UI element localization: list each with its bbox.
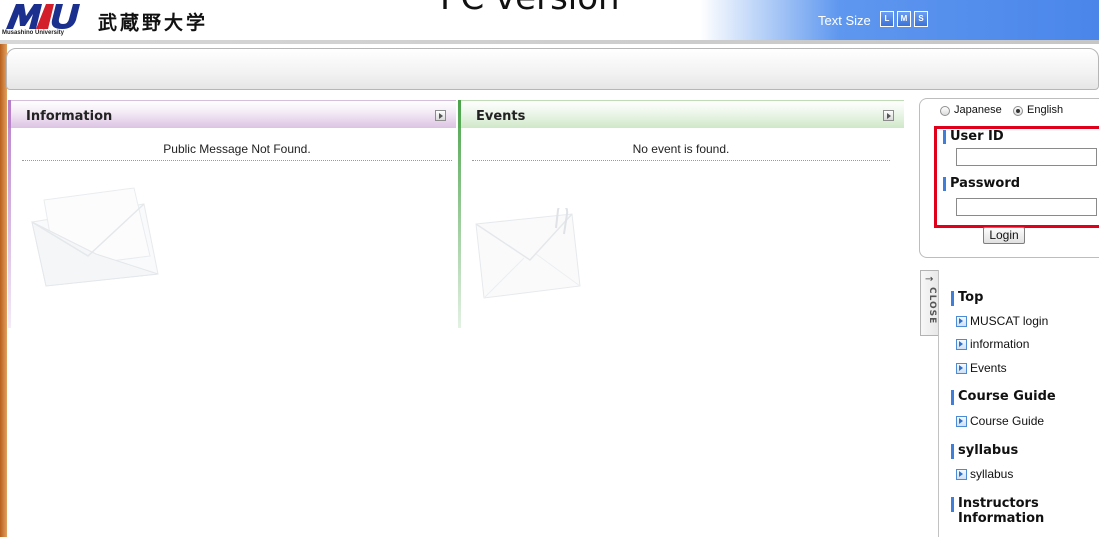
menu-heading-top[interactable]: Top <box>951 290 983 306</box>
title-bar <box>6 48 1099 90</box>
menu-item-information[interactable]: information <box>956 337 1029 351</box>
menu-heading-course-guide[interactable]: Course Guide <box>951 389 1056 405</box>
side-menu: Top MUSCAT login information Events Cour… <box>938 270 1099 537</box>
menu-heading-instructors-information[interactable]: Instructors Information <box>951 496 1061 526</box>
english-radio[interactable] <box>1013 106 1023 116</box>
events-panel: Events No event is found. <box>458 100 904 328</box>
menu-item-course-guide[interactable]: Course Guide <box>956 414 1044 428</box>
japanese-radio[interactable] <box>940 106 950 116</box>
information-message: Public Message Not Found. <box>163 142 311 156</box>
information-expand-button[interactable] <box>435 110 446 121</box>
university-name: 武蔵野大学 <box>98 12 209 34</box>
english-radio-label[interactable]: English <box>1027 104 1063 116</box>
events-message: No event is found. <box>632 142 730 156</box>
login-button[interactable]: Login <box>983 227 1025 244</box>
password-input[interactable] <box>956 198 1097 216</box>
events-divider <box>472 160 890 161</box>
user-id-label: User ID <box>943 129 1004 144</box>
events-stripe <box>458 100 461 328</box>
events-title: Events <box>476 109 526 124</box>
password-label: Password <box>943 176 1020 191</box>
header-bar: Musashino University 武蔵野大学 PC version Te… <box>0 0 1099 44</box>
pc-version-overlay: PC version <box>440 0 620 18</box>
arrow-right-icon: → <box>925 274 934 285</box>
text-size-small-button[interactable]: S <box>914 11 928 27</box>
header-divider <box>0 40 1099 44</box>
user-id-input[interactable] <box>956 148 1097 166</box>
information-divider <box>22 160 452 161</box>
information-stripe <box>8 100 11 328</box>
left-edge-strip <box>0 44 7 537</box>
japanese-radio-label[interactable]: Japanese <box>954 104 1002 116</box>
menu-item-muscat-login[interactable]: MUSCAT login <box>956 314 1048 328</box>
information-panel: Information Public Message Not Found. <box>8 100 456 328</box>
menu-heading-syllabus[interactable]: syllabus <box>951 443 1018 459</box>
page-root: Musashino University 武蔵野大学 PC version Te… <box>0 0 1099 537</box>
logo-caption: Musashino University <box>2 30 65 36</box>
envelope-paperclip-icon <box>475 208 581 299</box>
text-size-label: Text Size <box>818 13 871 28</box>
text-size-medium-button[interactable]: M <box>897 11 911 27</box>
information-panel-header: Information <box>8 100 456 128</box>
university-logo-icon[interactable] <box>4 2 82 30</box>
menu-item-events[interactable]: Events <box>956 361 1007 375</box>
close-menu-tab[interactable]: → CLOSE <box>920 270 938 336</box>
menu-item-syllabus[interactable]: syllabus <box>956 467 1013 481</box>
events-expand-button[interactable] <box>883 110 894 121</box>
events-panel-header: Events <box>458 100 904 128</box>
text-size-large-button[interactable]: L <box>880 11 894 27</box>
open-envelope-icon <box>31 187 159 287</box>
close-label: CLOSE <box>927 287 937 325</box>
information-title: Information <box>26 109 113 124</box>
